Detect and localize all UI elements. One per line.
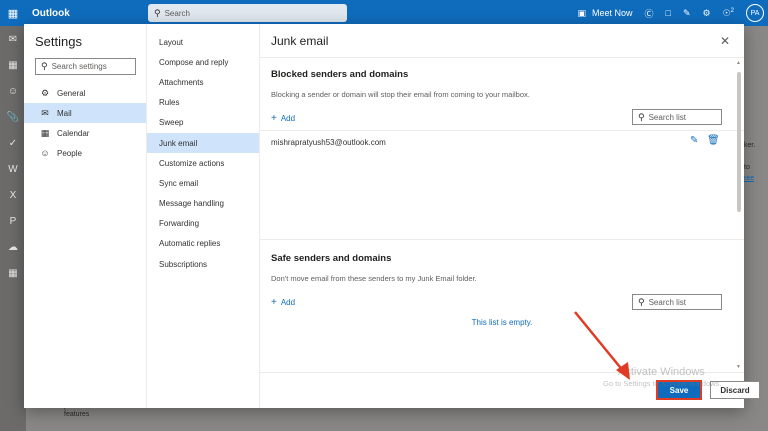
word-icon[interactable]: W (0, 156, 26, 182)
blocked-add-button[interactable]: + Add (271, 113, 295, 124)
section-subscriptions[interactable]: Subscriptions (147, 254, 259, 274)
feedback-icon[interactable]: ✎ (683, 8, 691, 19)
mail-icon: ✉ (41, 107, 49, 118)
app-rail: ✉ ▦ ☺ 📎 ✓ W X P ☁ ▦ (0, 26, 26, 431)
people-icon[interactable]: ☺ (0, 78, 26, 104)
avatar[interactable]: PA (746, 4, 764, 22)
calendar-icon: ▦ (40, 127, 50, 138)
attach-icon[interactable]: 📎 (0, 104, 26, 130)
edit-icon[interactable]: ✎ (690, 135, 698, 146)
excel-icon[interactable]: X (0, 182, 26, 208)
settings-title: Settings (35, 34, 82, 49)
tips-icon[interactable]: ☉2 (723, 8, 734, 19)
global-search-placeholder: Search (164, 8, 190, 18)
plus-icon: + (271, 113, 277, 124)
section-attachments[interactable]: Attachments (147, 72, 259, 92)
section-forwarding[interactable]: Forwarding (147, 214, 259, 234)
section-rules[interactable]: Rules (147, 93, 259, 113)
blocked-sender-entry: mishrapratyush53@outlook.com (271, 138, 386, 147)
settings-gear-icon[interactable]: ⚙ (703, 8, 711, 19)
calendar-icon[interactable]: ▦ (0, 52, 26, 78)
settings-search-input[interactable]: ⚲ Search settings (35, 58, 136, 75)
close-icon[interactable]: ✕ (720, 34, 730, 48)
meet-now-label: Meet Now (591, 8, 633, 18)
more-apps-icon[interactable]: ▦ (0, 260, 26, 286)
search-icon: ⚲ (638, 111, 645, 122)
section-sync-email[interactable]: Sync email (147, 173, 259, 193)
skype-icon[interactable]: Ⓒ (645, 7, 654, 20)
delete-icon[interactable]: 🗑 (707, 135, 720, 146)
section-message-handling[interactable]: Message handling (147, 194, 259, 214)
safe-add-button[interactable]: + Add (271, 297, 295, 308)
mail-icon[interactable]: ✉ (0, 26, 26, 52)
safe-list-empty-text: This list is empty. (471, 318, 533, 327)
search-icon: ⚲ (154, 7, 161, 18)
scroll-up-icon[interactable]: ▲ (736, 60, 741, 66)
mail-sections-pane: Layout Compose and reply Attachments Rul… (147, 24, 260, 408)
mail-section-list: Layout Compose and reply Attachments Rul… (147, 32, 259, 274)
divider (260, 130, 744, 131)
gear-icon: ⚙ (40, 87, 50, 98)
app-launcher-icon[interactable]: ▦ (0, 0, 26, 26)
meet-now-button[interactable]: ▣ Meet Now (577, 8, 632, 19)
onedrive-icon[interactable]: ☁ (0, 234, 26, 260)
section-compose-and-reply[interactable]: Compose and reply (147, 52, 259, 72)
scroll-down-icon[interactable]: ▼ (736, 364, 741, 370)
notification-count: 2 (730, 7, 734, 14)
category-mail[interactable]: ✉ Mail (24, 103, 146, 123)
settings-category-list: ⚙ General ✉ Mail ▦ Calendar ☺ People (24, 83, 146, 163)
teams-icon[interactable]: □ (666, 8, 671, 18)
people-icon: ☺ (40, 148, 50, 158)
divider (260, 57, 744, 58)
powerpoint-icon[interactable]: P (0, 208, 26, 234)
blocked-section-title: Blocked senders and domains (271, 69, 409, 80)
safe-section-description: Don't move email from these senders to m… (271, 274, 477, 283)
video-camera-icon: ▣ (577, 7, 586, 18)
settings-categories-pane: Settings ⚲ Search settings ⚙ General ✉ M… (24, 24, 147, 408)
scrollbar-thumb[interactable] (737, 72, 741, 212)
blocked-search-input[interactable]: ⚲ Search list (632, 109, 722, 125)
section-sweep[interactable]: Sweep (147, 113, 259, 133)
app-name[interactable]: Outlook (32, 8, 146, 19)
safe-search-input[interactable]: ⚲ Search list (632, 294, 722, 310)
annotation-arrow (574, 311, 630, 380)
section-automatic-replies[interactable]: Automatic replies (147, 234, 259, 254)
background-reading-pane-snippet: ker. to ree (744, 142, 756, 182)
section-layout[interactable]: Layout (147, 32, 259, 52)
section-junk-email[interactable]: Junk email (147, 132, 259, 154)
junk-email-panel: Junk email ✕ Blocked senders and domains… (260, 24, 760, 408)
category-people[interactable]: ☺ People (24, 143, 146, 163)
search-icon: ⚲ (41, 61, 48, 71)
todo-icon[interactable]: ✓ (0, 130, 26, 156)
topbar-actions: ▣ Meet Now Ⓒ □ ✎ ⚙ ☉2 PA (577, 0, 764, 26)
category-calendar[interactable]: ▦ Calendar (24, 123, 146, 143)
top-bar: ▦ Outlook ⚲ Search ▣ Meet Now Ⓒ □ ✎ ⚙ ☉2… (0, 0, 768, 26)
panel-scrollbar[interactable]: ▲ ▼ (736, 58, 742, 370)
plus-icon: + (271, 297, 277, 308)
global-search-box[interactable]: ⚲ Search (148, 4, 347, 22)
category-general[interactable]: ⚙ General (24, 83, 146, 103)
settings-search-placeholder: Search settings (51, 62, 107, 71)
blocked-section-description: Blocking a sender or domain will stop th… (271, 90, 530, 99)
panel-title: Junk email (271, 34, 329, 48)
safe-section-title: Safe senders and domains (271, 253, 392, 264)
section-customize-actions[interactable]: Customize actions (147, 153, 259, 173)
divider (260, 239, 744, 240)
